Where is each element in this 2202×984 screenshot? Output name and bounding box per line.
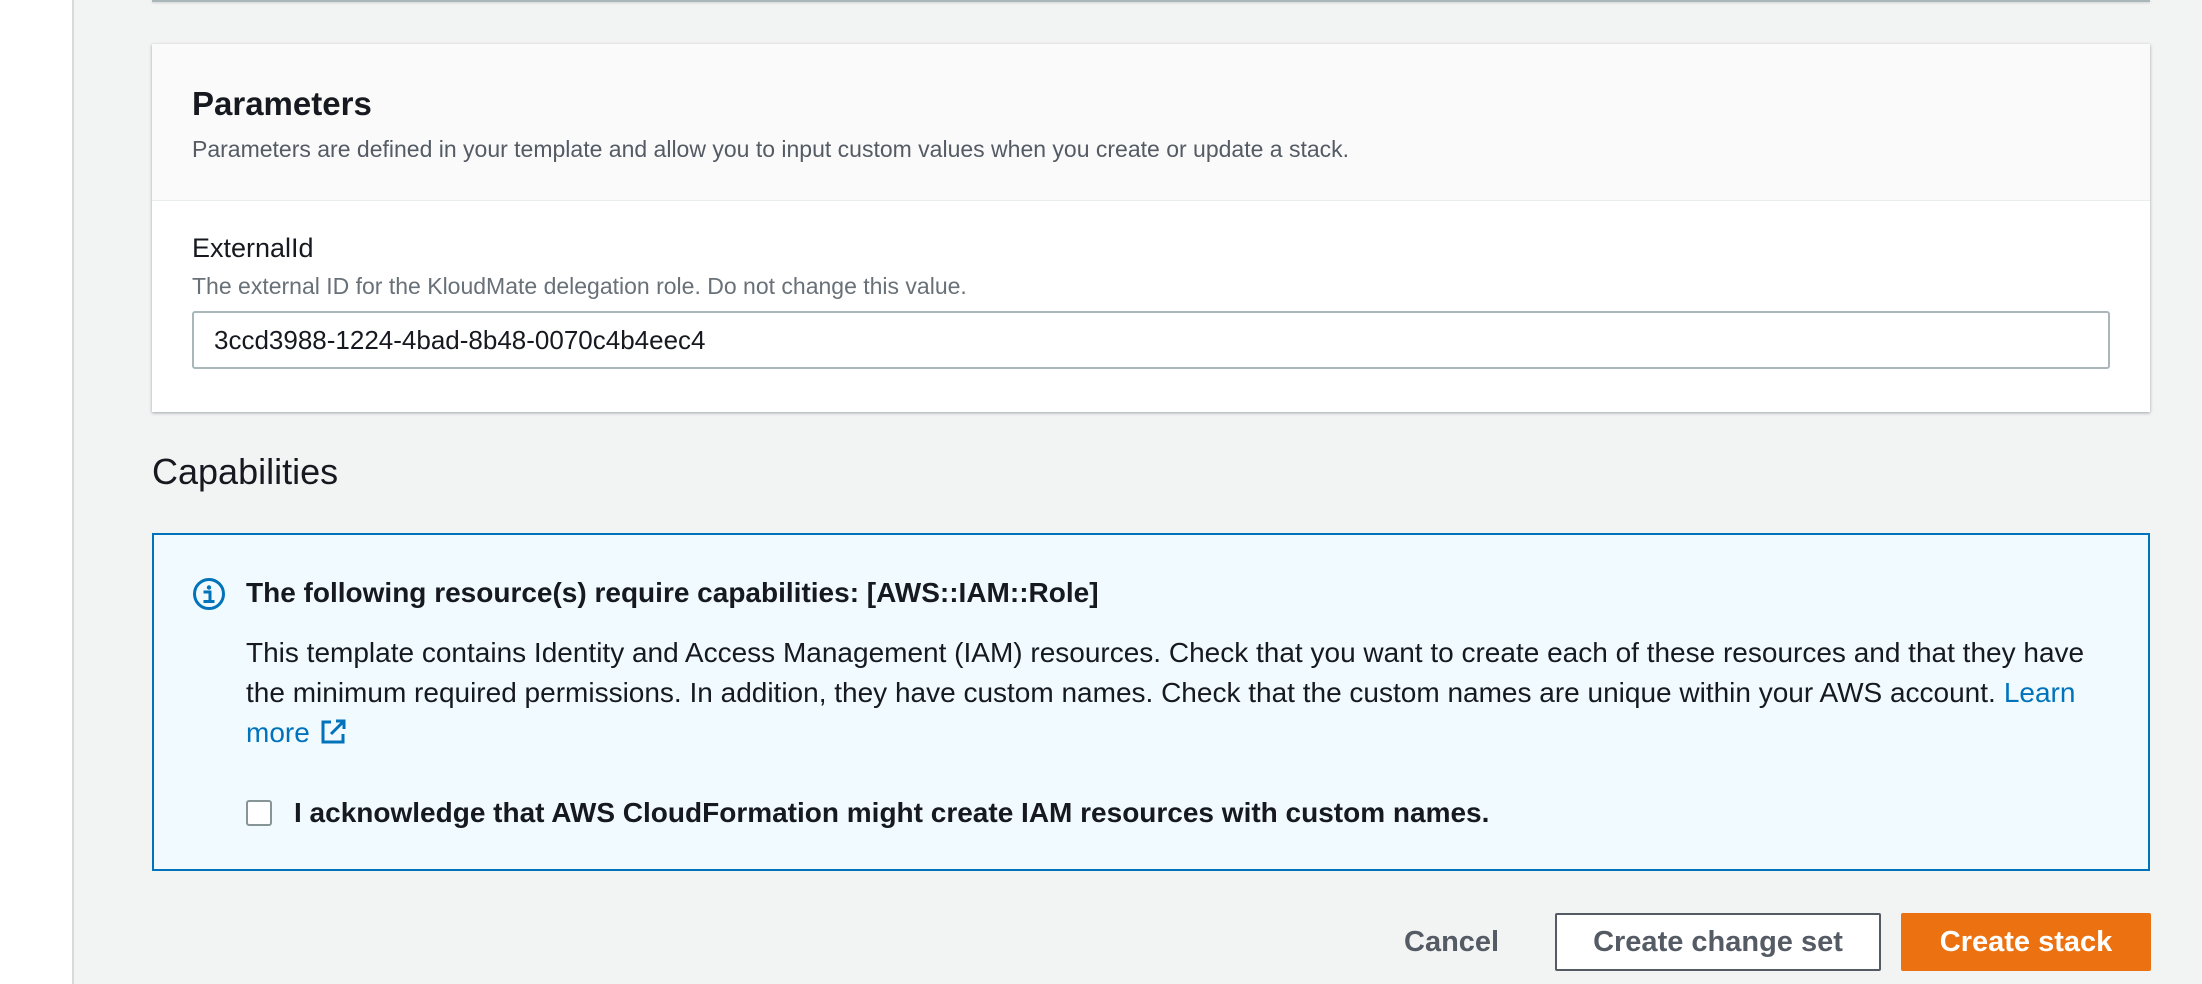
- capabilities-title: Capabilities: [152, 451, 339, 492]
- acknowledge-row[interactable]: I acknowledge that AWS CloudFormation mi…: [246, 795, 1489, 831]
- external-link-icon: [321, 719, 346, 744]
- alert-body: This template contains Identity and Acce…: [246, 633, 2106, 753]
- capabilities-alert: The following resource(s) require capabi…: [152, 533, 2150, 871]
- external-id-description: The external ID for the KloudMate delega…: [192, 273, 967, 299]
- alert-heading: The following resource(s) require capabi…: [246, 577, 1099, 608]
- acknowledge-label[interactable]: I acknowledge that AWS CloudFormation mi…: [294, 795, 1489, 831]
- parameters-panel: Parameters Parameters are defined in you…: [152, 44, 2150, 412]
- parameters-title: Parameters: [192, 85, 372, 122]
- parameters-description: Parameters are defined in your template …: [192, 136, 1350, 162]
- left-side-rail: [0, 0, 74, 984]
- external-id-label: ExternalId: [192, 233, 314, 263]
- cancel-button[interactable]: Cancel: [1380, 913, 1523, 971]
- acknowledge-checkbox[interactable]: [246, 800, 272, 826]
- previous-section-edge: [152, 0, 2150, 2]
- external-id-input[interactable]: [192, 311, 2110, 369]
- alert-body-text: This template contains Identity and Acce…: [246, 637, 2085, 708]
- info-icon: [193, 578, 225, 610]
- create-change-set-button[interactable]: Create change set: [1555, 913, 1881, 971]
- create-stack-button[interactable]: Create stack: [1901, 913, 2151, 971]
- parameters-header: Parameters Parameters are defined in you…: [152, 44, 2150, 201]
- parameter-field-externalid: ExternalId The external ID for the Kloud…: [152, 201, 2150, 369]
